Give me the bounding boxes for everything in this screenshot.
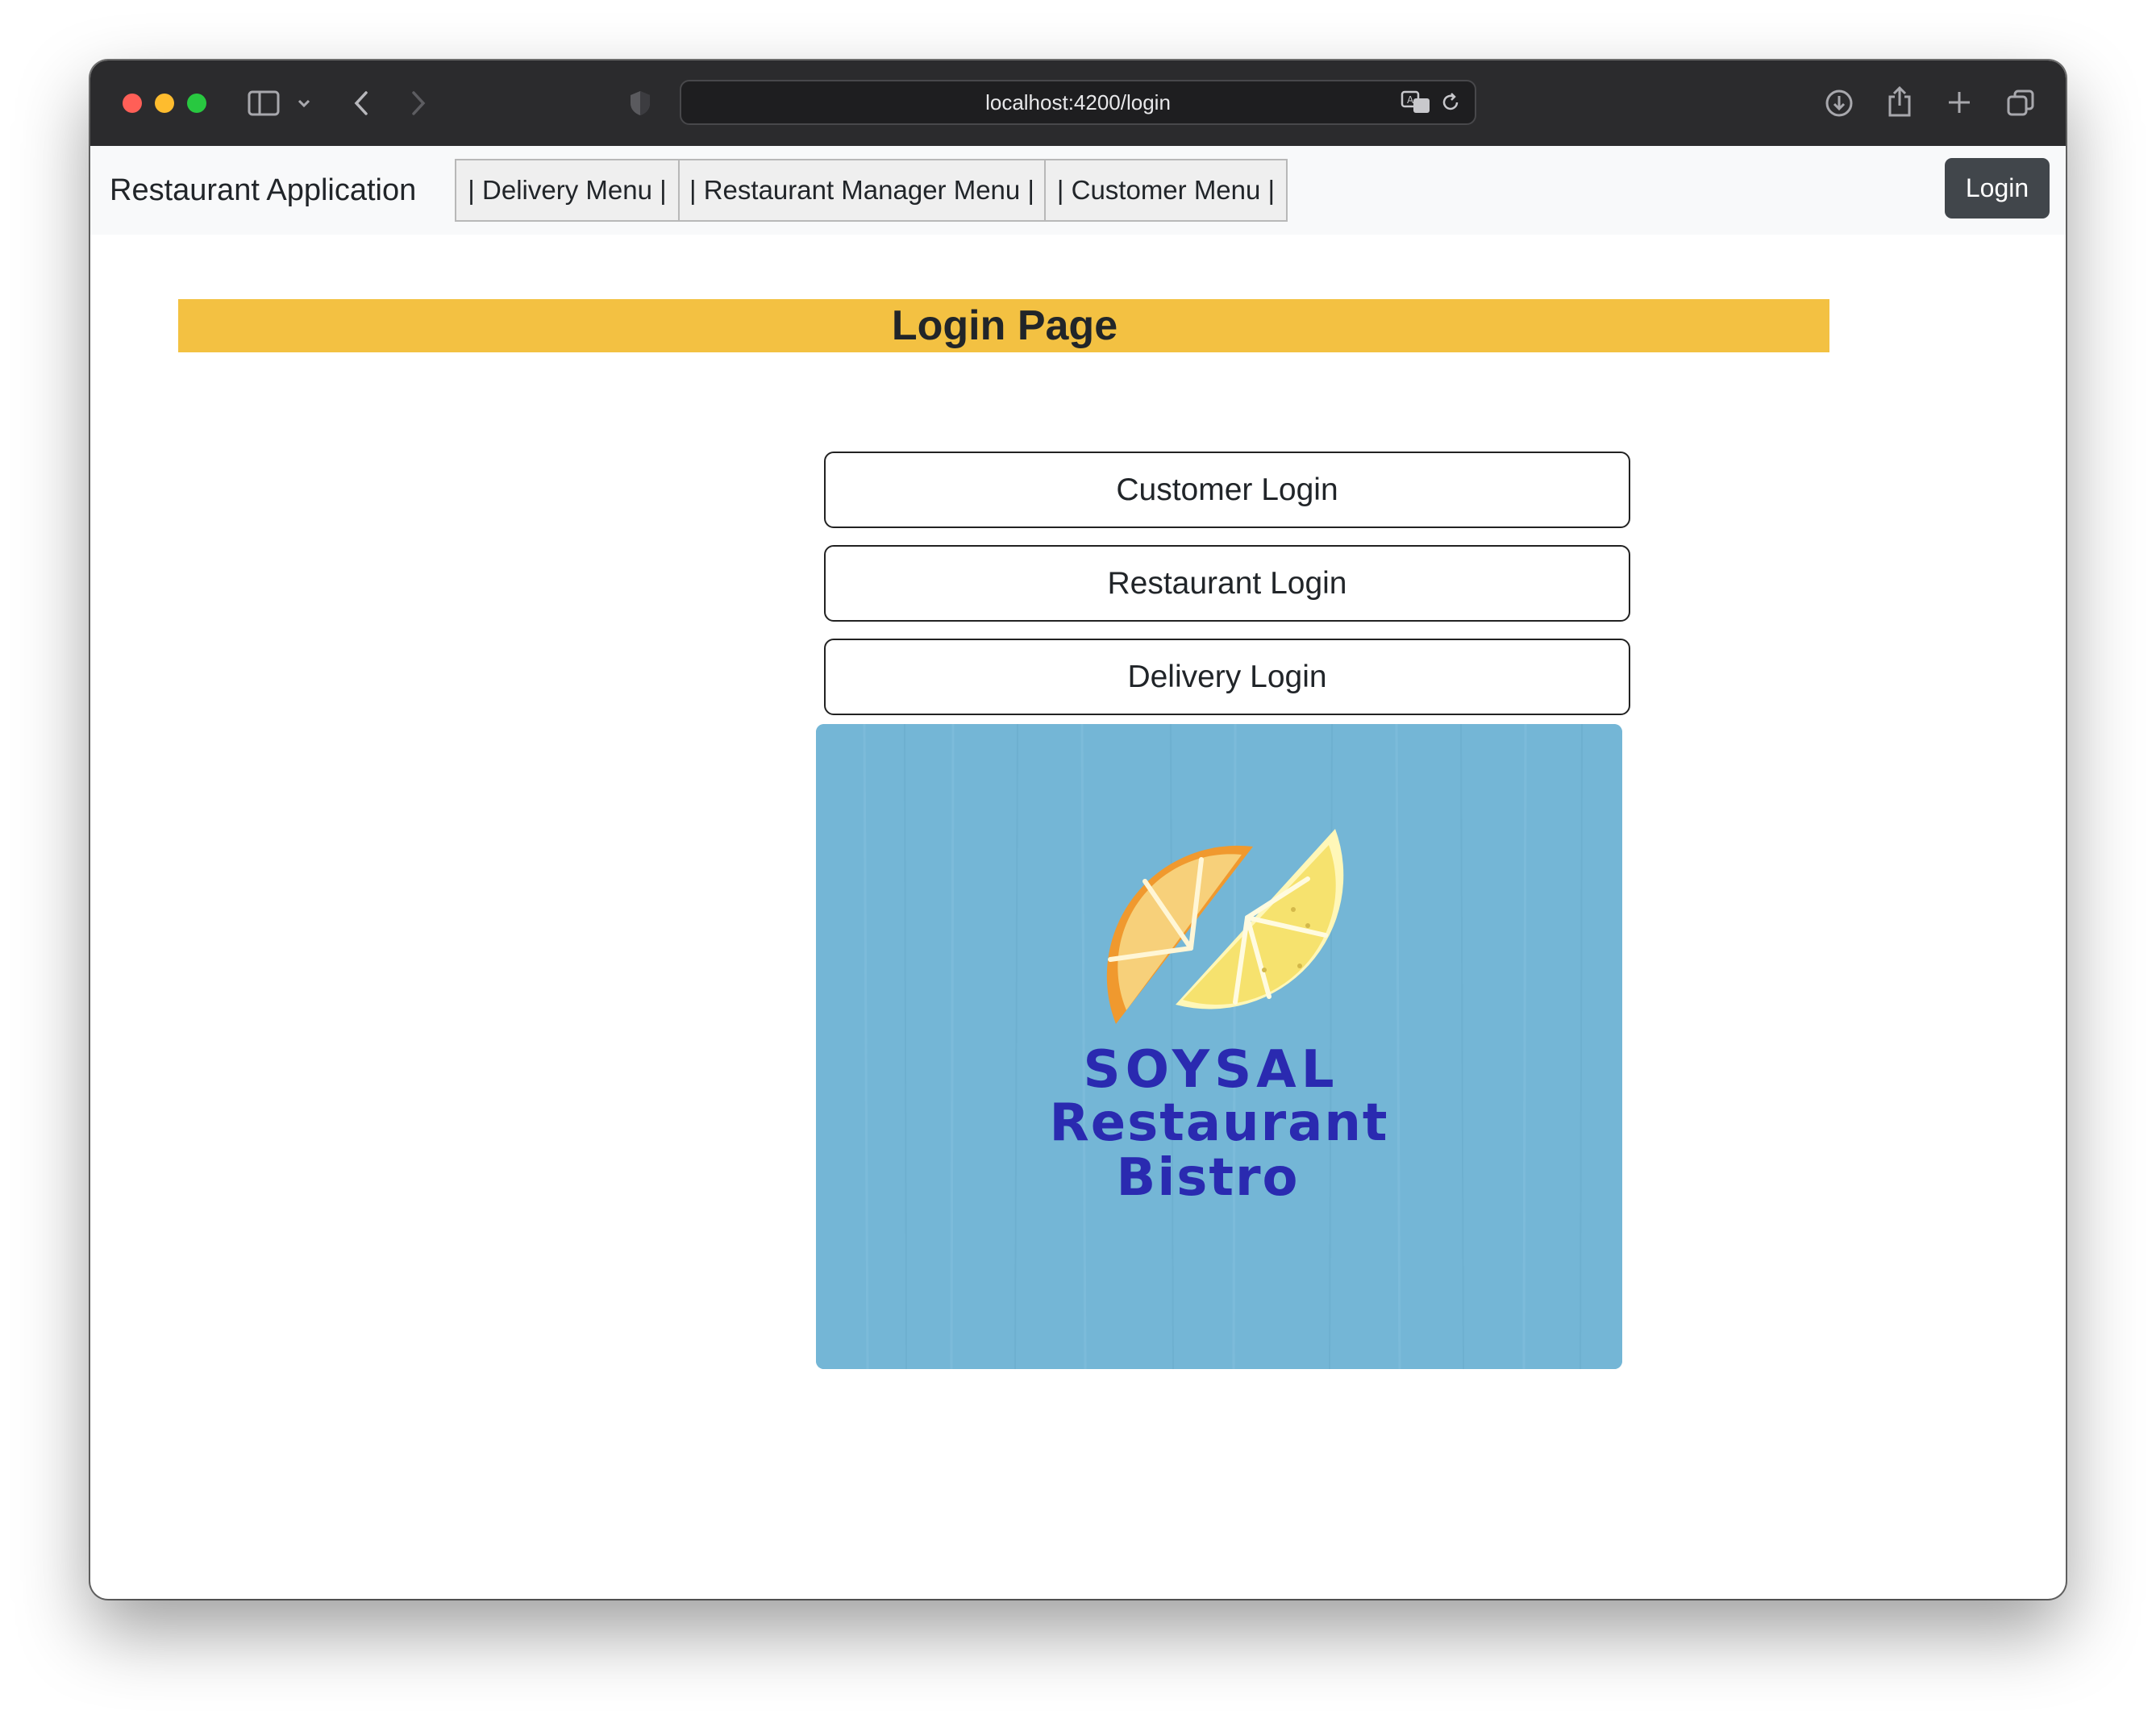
restaurant-logo-image: SOYSAL Restaurant Bistro [816, 724, 1622, 1369]
logo-line1: SOYSAL [1084, 1040, 1339, 1100]
tab-overview-icon[interactable] [2006, 89, 2035, 118]
reload-icon[interactable] [1439, 91, 1462, 114]
forward-arrow-icon[interactable] [409, 89, 428, 117]
close-window-icon[interactable] [123, 94, 142, 113]
sidebar-toggle-icon[interactable] [248, 90, 280, 116]
svg-text:A: A [1407, 94, 1414, 106]
customer-menu-button[interactable]: | Customer Menu | [1044, 159, 1288, 222]
browser-window: localhost:4200/login A Restaurant Applic… [90, 60, 2066, 1599]
navbar-brand[interactable]: Restaurant Application [110, 146, 416, 235]
privacy-shield-icon[interactable] [628, 89, 652, 117]
chevron-down-icon[interactable] [297, 96, 311, 110]
navbar-login-button[interactable]: Login [1945, 158, 2050, 219]
address-bar[interactable]: localhost:4200/login A [680, 80, 1476, 125]
logo-line2: Restaurant [1049, 1093, 1388, 1153]
share-icon[interactable] [1887, 85, 1913, 118]
page-title: Login Page [891, 302, 1118, 349]
restaurant-manager-menu-button[interactable]: | Restaurant Manager Menu | [678, 159, 1046, 222]
customer-login-button[interactable]: Customer Login [824, 452, 1630, 528]
back-arrow-icon[interactable] [352, 89, 371, 117]
minimize-window-icon[interactable] [155, 94, 174, 113]
logo-line3: Bistro [1117, 1148, 1300, 1208]
new-tab-icon[interactable] [1946, 89, 1972, 115]
browser-titlebar: localhost:4200/login A [90, 60, 2066, 146]
url-text[interactable]: localhost:4200/login [681, 81, 1475, 123]
translate-icon[interactable]: A [1401, 89, 1431, 115]
fullscreen-window-icon[interactable] [187, 94, 206, 113]
app-navbar: Restaurant Application | Delivery Menu |… [90, 146, 2066, 235]
restaurant-login-button[interactable]: Restaurant Login [824, 545, 1630, 622]
delivery-menu-button[interactable]: | Delivery Menu | [455, 159, 680, 222]
download-icon[interactable] [1825, 89, 1854, 118]
delivery-login-button[interactable]: Delivery Login [824, 639, 1630, 715]
screenshot-stage: localhost:4200/login A Restaurant Applic… [0, 0, 2156, 1719]
logo-artwork: SOYSAL Restaurant Bistro [816, 724, 1622, 1369]
page-title-banner: Login Page [178, 299, 1829, 352]
